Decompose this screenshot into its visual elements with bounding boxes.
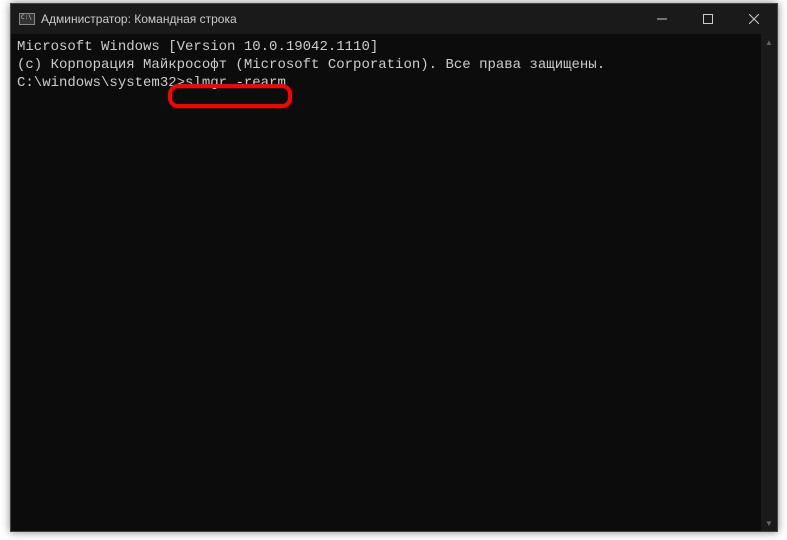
cmd-icon [19,13,35,25]
maximize-icon [703,14,713,24]
scrollbar-down-arrow[interactable]: ▼ [761,515,777,531]
cmd-window: Администратор: Командная строка Microsof… [10,3,778,532]
scrollbar-up-arrow[interactable]: ▲ [761,34,777,50]
minimize-icon [657,14,667,24]
window-controls [639,4,777,34]
terminal-command[interactable]: slmgr -rearm [185,74,286,92]
minimize-button[interactable] [639,4,685,34]
maximize-button[interactable] [685,4,731,34]
terminal-prompt-row: C:\windows\system32>slmgr -rearm [17,74,771,92]
window-title: Администратор: Командная строка [41,12,639,26]
terminal-output-line: Microsoft Windows [Version 10.0.19042.11… [17,38,771,56]
close-icon [749,14,759,24]
terminal-output-line: (c) Корпорация Майкрософт (Microsoft Cor… [17,56,771,74]
titlebar[interactable]: Администратор: Командная строка [11,4,777,34]
close-button[interactable] [731,4,777,34]
scrollbar-track[interactable] [761,50,777,515]
terminal-body[interactable]: Microsoft Windows [Version 10.0.19042.11… [11,34,777,531]
terminal-prompt: C:\windows\system32> [17,74,185,92]
vertical-scrollbar[interactable]: ▲ ▼ [761,34,777,531]
